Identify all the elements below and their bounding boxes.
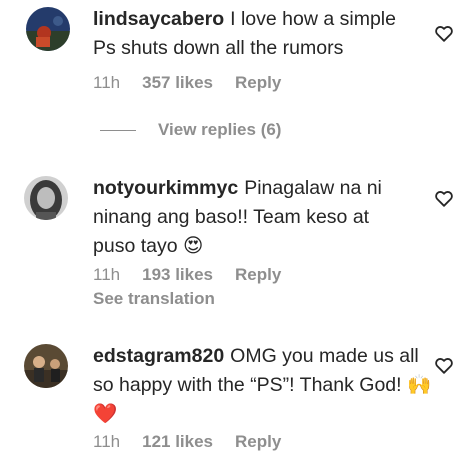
comment-time: 11h [93, 432, 121, 451]
likes-count[interactable]: 121 likes [142, 432, 213, 451]
heart-icon[interactable] [433, 187, 455, 209]
reply-button[interactable]: Reply [235, 265, 281, 284]
avatar[interactable] [26, 7, 70, 51]
likes-count[interactable]: 357 likes [142, 73, 213, 92]
comment-meta: 11h 193 likes Reply [93, 265, 303, 285]
divider-line [100, 129, 136, 131]
comment-meta: 11h 357 likes Reply [93, 73, 303, 93]
avatar[interactable] [24, 176, 68, 220]
avatar[interactable] [24, 344, 68, 388]
comment-item: edstagram820 OMG you made us all so happy… [0, 340, 474, 461]
comment-username[interactable]: lindsaycabero [93, 8, 224, 30]
comment-time: 11h [93, 73, 121, 92]
view-replies-button[interactable]: View replies (6) [100, 120, 281, 140]
comment-time: 11h [93, 265, 121, 284]
likes-count[interactable]: 193 likes [142, 265, 213, 284]
heart-icon[interactable] [433, 22, 455, 44]
comment-item: notyourkimmyc Pinagalaw na ni ninang ang … [0, 172, 474, 312]
heart-icon[interactable] [433, 354, 455, 376]
comment-text: notyourkimmyc Pinagalaw na ni ninang ang … [93, 174, 413, 261]
comment-text: lindsaycabero I love how a simple Ps shut… [93, 5, 423, 63]
view-replies-label[interactable]: View replies (6) [158, 120, 281, 140]
comment-meta: 11h 121 likes Reply [93, 432, 303, 452]
reply-button[interactable]: Reply [235, 432, 281, 451]
reply-button[interactable]: Reply [235, 73, 281, 92]
comment-item: lindsaycabero I love how a simple Ps shut… [0, 0, 474, 110]
comment-text: edstagram820 OMG you made us all so happy… [93, 342, 433, 429]
comment-username[interactable]: notyourkimmyc [93, 177, 238, 199]
see-translation-button[interactable]: See translation [93, 289, 215, 309]
comment-username[interactable]: edstagram820 [93, 345, 224, 367]
